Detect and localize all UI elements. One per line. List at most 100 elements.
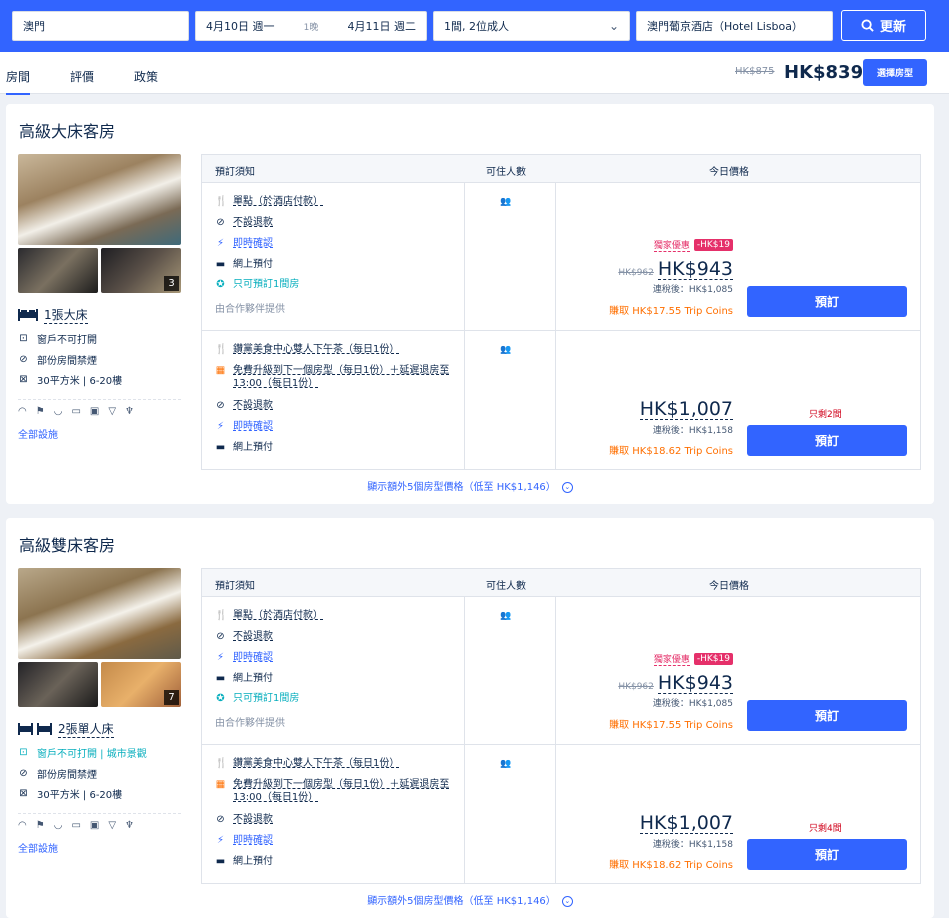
- policy-label[interactable]: 不設退款: [233, 630, 273, 643]
- hairdryer-icon: ♆: [125, 406, 135, 417]
- book-button[interactable]: 預訂: [747, 700, 907, 731]
- feature-label: 窗戶不可打開: [37, 335, 97, 346]
- policy-label[interactable]: 免費升級到下一個房型（每日1份）＋延遲退房至13:00（每日1份）: [233, 364, 455, 390]
- room-thumbnail[interactable]: 7: [101, 662, 181, 707]
- policy-label[interactable]: 即時確認: [233, 651, 273, 664]
- checkin-date: 4月10日 週一: [206, 20, 275, 33]
- column-divider: [464, 597, 465, 744]
- tab-reviews[interactable]: 評價: [70, 68, 94, 85]
- book-button[interactable]: 預訂: [747, 286, 907, 317]
- guest-icon: 👥: [500, 197, 513, 207]
- card-icon: ▬: [215, 259, 226, 270]
- select-room-button[interactable]: 選擇房型: [863, 59, 927, 86]
- policy-label[interactable]: 不設退款: [233, 813, 273, 826]
- no-smoking-icon: ⊘: [19, 354, 28, 365]
- column-divider: [464, 331, 465, 469]
- sofa-icon: ▣: [89, 820, 100, 831]
- tab-policies[interactable]: 政策: [134, 68, 158, 85]
- tab-rooms[interactable]: 房間: [6, 68, 31, 95]
- promo-label[interactable]: 獨家優惠: [653, 238, 690, 252]
- price[interactable]: HK$1,007: [639, 399, 733, 420]
- photo-count: 3: [164, 276, 179, 291]
- instant-confirm-icon: ⚡: [216, 238, 225, 249]
- room-photo[interactable]: [18, 568, 181, 659]
- policy-label[interactable]: 單點（於酒店付款）: [233, 195, 323, 208]
- no-refund-icon: ⊘: [216, 217, 225, 228]
- policy-label[interactable]: 免費升級到下一個房型（每日1份）＋延遲退房至13:00（每日1份）: [233, 778, 455, 804]
- policy-label: 網上預付: [233, 442, 273, 453]
- bed-label[interactable]: 2張單人床: [58, 720, 114, 738]
- area-icon: ⊠: [19, 374, 28, 385]
- promo-tag: -HK$19: [693, 653, 733, 665]
- tv-icon: ▭: [71, 820, 81, 831]
- original-price: HK$875: [735, 66, 775, 77]
- book-button[interactable]: 預訂: [747, 425, 907, 456]
- upgrade-icon: ▦: [215, 365, 226, 376]
- policy-refund: ⊘ 不設退款: [215, 813, 455, 826]
- update-button[interactable]: 更新: [841, 10, 926, 41]
- lowest-price: HK$839: [784, 62, 864, 83]
- feature-label: 窗戶不可打開 | 城市景觀: [37, 749, 147, 760]
- policy-meal: 🍴 鑽黨美食中心雙人下午茶（每日1份）: [215, 343, 455, 356]
- date-picker[interactable]: 4月10日 週一 1晚 4月11日 週二: [195, 11, 427, 41]
- price[interactable]: HK$1,007: [639, 813, 733, 834]
- destination-input[interactable]: 澳門: [12, 11, 189, 41]
- chevron-down-icon: ⌄: [608, 19, 619, 33]
- price[interactable]: HK$943: [657, 673, 733, 694]
- divider: [18, 813, 181, 814]
- rate-row: 🍴 單點（於酒店付款） ⊘ 不設退款 ⚡ 即時確認 ▬ 網上預付 ✪ 只可預訂1間房 由合…: [202, 597, 920, 745]
- no-refund-icon: ⊘: [216, 400, 225, 411]
- bed-icon: [18, 723, 52, 735]
- bed-info: 2張單人床: [18, 720, 114, 738]
- trip-coins: 賺取 HK$18.62 Trip Coins: [609, 860, 733, 871]
- policy-upgrade: ▦ 免費升級到下一個房型（每日1份）＋延遲退房至13:00（每日1份）: [215, 778, 455, 804]
- tax-price: 連稅後：HK$1,085: [652, 699, 733, 709]
- feature-label: 30平方米 | 6-20樓: [37, 376, 123, 387]
- promo-label[interactable]: 獨家優惠: [653, 652, 690, 666]
- policy-label[interactable]: 鑽黨美食中心雙人下午茶（每日1份）: [233, 343, 399, 356]
- policy-label[interactable]: 即時確認: [233, 420, 273, 433]
- policy-label[interactable]: 鑽黨美食中心雙人下午茶（每日1份）: [233, 757, 399, 770]
- policy-label[interactable]: 不設退款: [233, 216, 273, 229]
- card-icon: ▬: [215, 442, 226, 453]
- room-thumbnail[interactable]: [18, 248, 98, 293]
- book-button[interactable]: 預訂: [747, 839, 907, 870]
- room-thumbnail[interactable]: [18, 662, 98, 707]
- hairdryer-icon: ♆: [125, 820, 135, 831]
- partner-note: 由合作夥伴提供: [215, 718, 285, 729]
- divider: [18, 399, 181, 400]
- show-more-rates[interactable]: 顯示額外5個房型價格（低至 HK$1,146） ⌄: [6, 892, 934, 907]
- room-card: 高級大床客房 3 1張大床 ⊡ 窗戶不可打開 ⊘ 部份房間禁煙 ⊠ 30平方米 | 6…: [6, 104, 934, 504]
- policy-label[interactable]: 單點（於酒店付款）: [233, 609, 323, 622]
- window-icon: ⊡: [19, 747, 28, 758]
- price-line: HK$962 HK$943: [618, 259, 733, 280]
- column-divider: [464, 745, 465, 883]
- price[interactable]: HK$943: [657, 259, 733, 280]
- room-thumbnail[interactable]: 3: [101, 248, 181, 293]
- all-facilities-link[interactable]: 全部設施: [18, 426, 58, 441]
- card-icon: ▬: [215, 673, 226, 684]
- rate-row: 🍴 鑽黨美食中心雙人下午茶（每日1份） ▦ 免費升級到下一個房型（每日1份）＋延遲退…: [202, 331, 920, 469]
- bathtub-icon: ◡: [53, 820, 63, 831]
- price-line: HK$1,007: [639, 399, 733, 420]
- policy-confirm: ⚡ 即時確認: [215, 237, 455, 250]
- guest-icon: 👥: [500, 611, 513, 621]
- flag-icon: ⚑: [35, 820, 45, 831]
- show-more-rates[interactable]: 顯示額外5個房型價格（低至 HK$1,146） ⌄: [6, 478, 934, 493]
- room-photo[interactable]: [18, 154, 181, 245]
- old-price: HK$962: [618, 682, 654, 692]
- promo: 獨家優惠 -HK$19: [653, 652, 733, 666]
- feature-label: 部份房間禁煙: [37, 770, 97, 781]
- all-facilities-link[interactable]: 全部設施: [18, 840, 58, 855]
- guests-select[interactable]: 1間, 2位成人 ⌄: [433, 11, 630, 41]
- bar-icon: ▽: [108, 820, 117, 831]
- checkout-date: 4月11日 週二: [347, 20, 416, 33]
- bed-label[interactable]: 1張大床: [44, 306, 88, 324]
- policy-label[interactable]: 不設退款: [233, 399, 273, 412]
- policy-label[interactable]: 即時確認: [233, 834, 273, 847]
- amenity-icons: ◠ ⚑ ◡ ▭ ▣ ▽ ♆: [18, 406, 134, 417]
- hotel-input[interactable]: 澳門葡京酒店（Hotel Lisboa）: [636, 11, 833, 41]
- policy-payment: ▬ 網上預付: [215, 441, 455, 454]
- column-divider: [555, 331, 556, 469]
- policy-label[interactable]: 即時確認: [233, 237, 273, 250]
